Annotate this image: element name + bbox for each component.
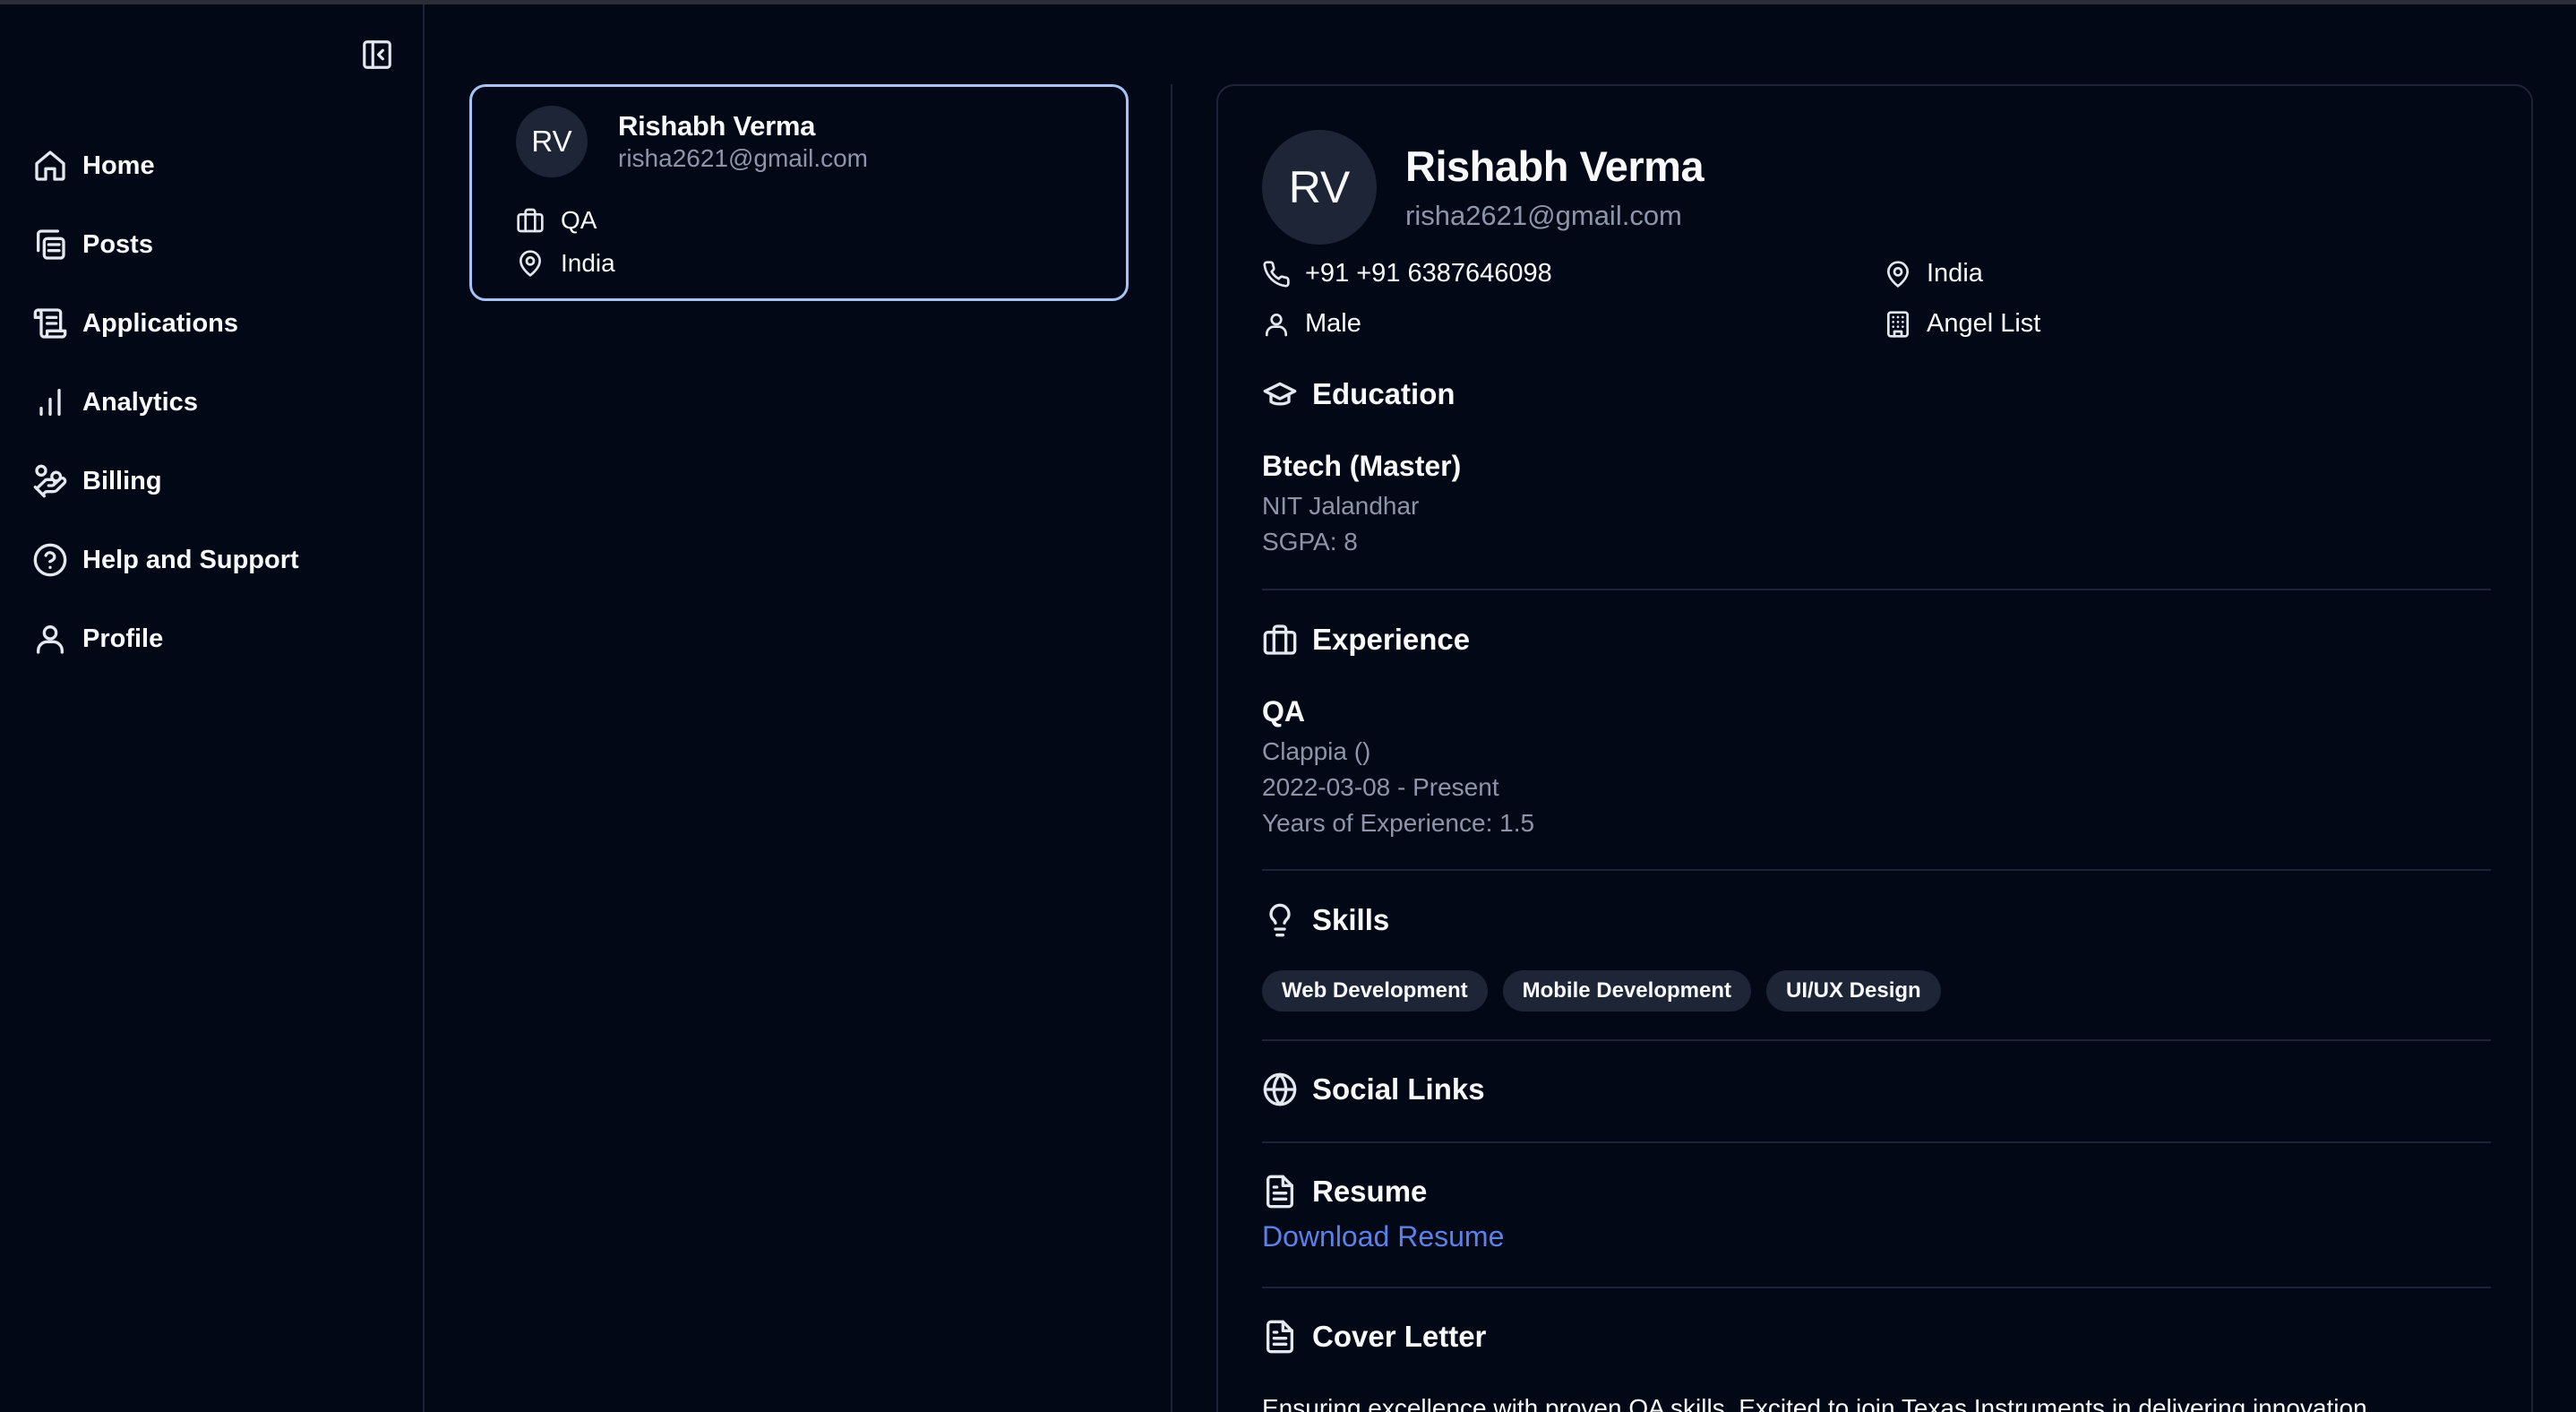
sidebar-item-help-and-support[interactable]: Help and Support (32, 521, 408, 599)
user-icon (1262, 310, 1291, 339)
experience-years: Years of Experience: 1.5 (1262, 809, 1535, 837)
phone-info: +91 +91 6387646098 (1262, 259, 1552, 288)
section-divider (1262, 1039, 2491, 1041)
section-title: Education (1312, 377, 1455, 410)
social-links-heading: Social Links (1262, 1072, 1485, 1107)
sidebar-item-label: Home (82, 151, 155, 180)
sidebar-item-profile[interactable]: Profile (32, 599, 408, 678)
user-icon (32, 621, 68, 657)
candidate-list: RV Rishabh Verma risha2621@gmail.com QA … (469, 84, 1129, 301)
skill-chip: Mobile Development (1502, 970, 1751, 1012)
location-value: India (1927, 259, 1983, 288)
download-resume-link[interactable]: Download Resume (1262, 1220, 1504, 1253)
gender-info: Male (1262, 309, 1361, 339)
candidate-detail-panel: RV Rishabh Verma risha2621@gmail.com +91… (1216, 84, 2533, 1412)
hand-coins-icon (32, 463, 68, 499)
section-divider (1262, 1141, 2491, 1143)
detail-email: risha2621@gmail.com (1405, 200, 1682, 231)
candidate-email: risha2621@gmail.com (618, 144, 868, 172)
lightbulb-icon (1262, 902, 1298, 938)
phone-icon (1262, 260, 1291, 288)
sidebar-item-label: Billing (82, 466, 162, 495)
file-text-icon (1262, 1174, 1298, 1210)
education-degree: Btech (Master) (1262, 450, 1462, 482)
panel-left-close-icon[interactable] (360, 38, 394, 72)
gender-value: Male (1305, 309, 1361, 338)
sidebar-item-analytics[interactable]: Analytics (32, 363, 408, 442)
education-sgpa: SGPA: 8 (1262, 528, 1358, 555)
sidebar-item-label: Analytics (82, 387, 198, 417)
map-pin-icon (516, 249, 545, 278)
education-institute: NIT Jalandhar (1262, 492, 1420, 520)
column-divider (1171, 84, 1172, 1412)
experience-role: QA (1262, 695, 1305, 728)
experience-period: 2022-03-08 - Present (1262, 773, 1499, 801)
section-divider (1262, 1287, 2491, 1288)
skill-chip: Web Development (1262, 970, 1488, 1012)
sidebar-nav: Home Posts Applications Analytics Billin… (32, 126, 408, 678)
sidebar: Home Posts Applications Analytics Billin… (0, 4, 425, 1412)
experience-heading: Experience (1262, 622, 1470, 658)
sidebar-item-posts[interactable]: Posts (32, 205, 408, 284)
sidebar-item-home[interactable]: Home (32, 126, 408, 205)
sidebar-item-billing[interactable]: Billing (32, 442, 408, 521)
skill-chip: UI/UX Design (1765, 970, 1941, 1012)
location-info: India (1884, 259, 1983, 288)
resume-heading: Resume (1262, 1174, 1427, 1210)
company-info: Angel List (1884, 309, 2040, 339)
experience-company: Clappia () (1262, 737, 1371, 765)
sidebar-item-label: Applications (82, 308, 239, 338)
bar-chart-icon (32, 384, 68, 420)
briefcase-icon (1262, 622, 1298, 658)
candidate-location-row: India (516, 249, 615, 278)
phone-value: +91 +91 6387646098 (1305, 259, 1552, 288)
section-title: Social Links (1312, 1072, 1485, 1106)
avatar: RV (1262, 130, 1377, 245)
skills-heading: Skills (1262, 902, 1389, 938)
detail-name: Rishabh Verma (1405, 142, 1704, 190)
sidebar-item-label: Profile (82, 624, 164, 653)
cover-letter-heading: Cover Letter (1262, 1319, 1486, 1355)
sidebar-item-applications[interactable]: Applications (32, 284, 408, 363)
help-circle-icon (32, 542, 68, 578)
copy-icon (32, 227, 68, 263)
map-pin-icon (1884, 260, 1912, 288)
candidate-name: Rishabh Verma (618, 110, 816, 142)
candidate-role-row: QA (516, 206, 597, 235)
file-text-icon (1262, 1319, 1298, 1355)
avatar: RV (516, 106, 588, 177)
candidate-role: QA (561, 206, 597, 234)
section-title: Cover Letter (1312, 1320, 1487, 1353)
globe-icon (1262, 1072, 1298, 1107)
sidebar-item-label: Help and Support (82, 545, 299, 574)
education-heading: Education (1262, 376, 1455, 412)
home-icon (32, 148, 68, 184)
candidate-card[interactable]: RV Rishabh Verma risha2621@gmail.com QA … (469, 84, 1129, 301)
briefcase-icon (516, 206, 545, 235)
section-divider (1262, 869, 2491, 871)
section-title: Skills (1312, 903, 1390, 936)
section-title: Resume (1312, 1175, 1428, 1208)
skills-list: Web Development Mobile Development UI/UX… (1262, 970, 1941, 1012)
candidate-location: India (561, 249, 615, 277)
section-title: Experience (1312, 623, 1471, 656)
section-divider (1262, 589, 2491, 590)
graduation-cap-icon (1262, 376, 1298, 412)
scroll-icon (32, 306, 68, 341)
building-icon (1884, 310, 1912, 339)
cover-letter-text: Ensuring excellence with proven QA skill… (1262, 1394, 2367, 1412)
company-value: Angel List (1927, 309, 2041, 338)
sidebar-item-label: Posts (82, 229, 153, 259)
